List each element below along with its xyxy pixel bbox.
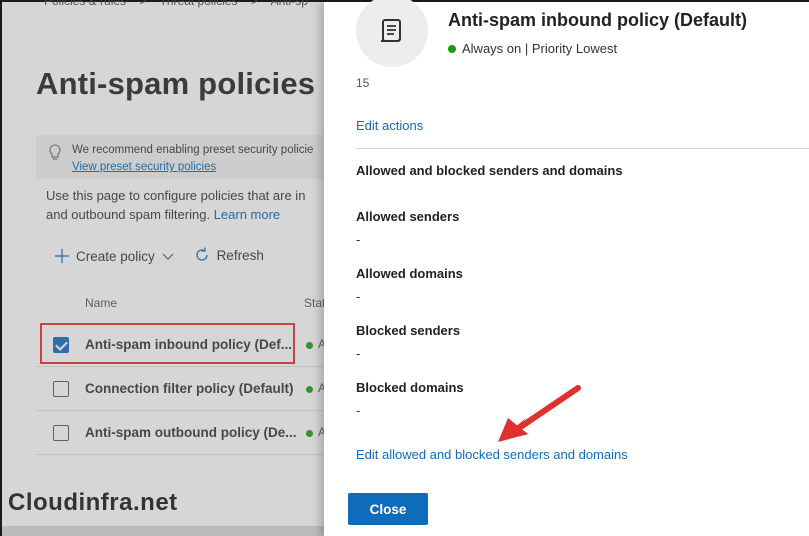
close-button[interactable]: Close bbox=[348, 493, 428, 525]
page-description: Use this page to configure policies that… bbox=[46, 188, 306, 203]
status-dot-icon bbox=[306, 430, 313, 437]
truncated-value: 15 bbox=[356, 76, 370, 90]
scroll-icon bbox=[381, 19, 401, 42]
table-row[interactable]: Anti-spam inbound policy (Def... A bbox=[36, 323, 332, 367]
panel-title: Anti-spam inbound policy (Default) bbox=[448, 10, 747, 30]
blocked-senders-label: Blocked senders bbox=[356, 323, 461, 338]
policy-name[interactable]: Anti-spam outbound policy (De... bbox=[85, 425, 297, 440]
table-row[interactable]: Anti-spam outbound policy (De... A bbox=[36, 411, 332, 455]
breadcrumb-item[interactable]: Anti-sp bbox=[271, 0, 308, 8]
page-description-2: and outbound spam filtering. Learn more bbox=[46, 207, 280, 222]
learn-more-link[interactable]: Learn more bbox=[214, 207, 280, 222]
allowed-senders-value: - bbox=[356, 232, 361, 247]
policy-icon-circle bbox=[356, 0, 428, 67]
policy-name[interactable]: Anti-spam inbound policy (Def... bbox=[85, 337, 292, 352]
row-checkbox[interactable] bbox=[53, 337, 69, 353]
refresh-label: Refresh bbox=[216, 247, 264, 263]
row-checkbox[interactable] bbox=[53, 381, 69, 397]
table-row[interactable]: Connection filter policy (Default) A bbox=[36, 367, 332, 411]
lightbulb-icon bbox=[49, 144, 61, 160]
watermark: Cloudinfra.net bbox=[8, 489, 178, 516]
chevron-down-icon bbox=[162, 253, 174, 260]
status-dot-icon bbox=[306, 386, 313, 393]
column-header-name[interactable]: Name bbox=[85, 296, 117, 310]
section-title: Allowed and blocked senders and domains bbox=[356, 163, 623, 178]
bottom-strip bbox=[2, 526, 332, 536]
status-dot-icon bbox=[448, 44, 456, 53]
panel-status: Always on | Priority Lowest bbox=[448, 41, 617, 56]
breadcrumb-item[interactable]: Policies & rules bbox=[44, 0, 126, 8]
create-policy-button[interactable]: Create policy bbox=[54, 248, 175, 264]
column-header-status[interactable]: Stat bbox=[304, 296, 325, 310]
breadcrumb-item[interactable]: Threat policies bbox=[160, 0, 238, 8]
info-text: We recommend enabling preset security po… bbox=[72, 144, 314, 156]
breadcrumb-separator: > bbox=[250, 0, 258, 8]
allowed-domains-label: Allowed domains bbox=[356, 266, 463, 281]
page-title: Anti-spam policies bbox=[36, 66, 316, 101]
edit-actions-link[interactable]: Edit actions bbox=[356, 118, 423, 133]
info-bar: We recommend enabling preset security po… bbox=[36, 135, 332, 179]
blocked-domains-label: Blocked domains bbox=[356, 380, 464, 395]
divider bbox=[356, 148, 809, 149]
breadcrumb: Policies & rules > Threat policies > Ant… bbox=[44, 0, 318, 8]
refresh-button[interactable]: Refresh bbox=[193, 246, 264, 264]
background-page: Policies & rules > Threat policies > Ant… bbox=[2, 0, 332, 536]
plus-icon bbox=[55, 249, 69, 263]
view-preset-link[interactable]: View preset security policies bbox=[72, 161, 216, 173]
panel-status-text: Always on | Priority Lowest bbox=[462, 41, 618, 56]
toolbar: Create policy Refresh bbox=[54, 246, 278, 268]
blocked-domains-value: - bbox=[356, 403, 361, 418]
blocked-senders-value: - bbox=[356, 346, 361, 361]
create-policy-label: Create policy bbox=[76, 248, 155, 264]
edit-senders-domains-link[interactable]: Edit allowed and blocked senders and dom… bbox=[356, 447, 628, 462]
status-dot-icon bbox=[306, 342, 313, 349]
refresh-icon bbox=[195, 247, 208, 261]
breadcrumb-separator: > bbox=[139, 0, 147, 8]
allowed-domains-value: - bbox=[356, 289, 361, 304]
policy-name[interactable]: Connection filter policy (Default) bbox=[85, 381, 294, 396]
page-description-text: and outbound spam filtering. bbox=[46, 207, 211, 222]
allowed-senders-label: Allowed senders bbox=[356, 209, 460, 224]
row-checkbox[interactable] bbox=[53, 425, 69, 441]
policy-details-panel: Anti-spam inbound policy (Default) Alway… bbox=[324, 0, 809, 536]
